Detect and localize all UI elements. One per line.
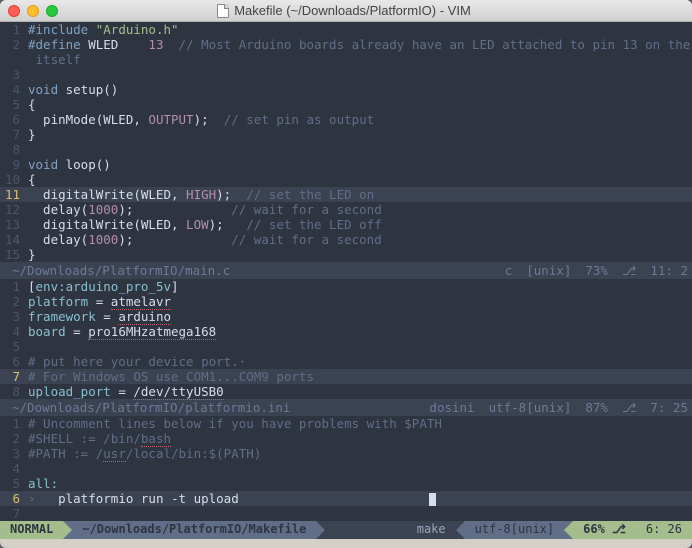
minimize-icon[interactable]: [27, 5, 39, 17]
zoom-icon[interactable]: [46, 5, 58, 17]
traffic-lights: [8, 5, 58, 17]
current-line-gutter: 11: [0, 187, 28, 202]
statusbar: NORMAL ~/Downloads/PlatformIO/Makefile m…: [0, 521, 692, 539]
document-icon: [217, 4, 229, 18]
encoding: utf-8[unix]: [465, 521, 564, 539]
file-path: ~/Downloads/PlatformIO/Makefile: [72, 521, 316, 539]
editor[interactable]: 1#include "Arduino.h" 2#define WLED 13 /…: [0, 22, 692, 521]
filetype: make: [407, 521, 456, 539]
pane-status-main-c: ~/Downloads/PlatformIO/main.c c [unix] 7…: [0, 262, 692, 279]
titlebar[interactable]: Makefile (~/Downloads/PlatformIO) - VIM: [0, 0, 692, 22]
percent: 66% ⎇: [573, 521, 636, 539]
branch-icon: ⎇: [612, 522, 626, 536]
title-text: Makefile (~/Downloads/PlatformIO) - VIM: [234, 3, 471, 18]
app-window: Makefile (~/Downloads/PlatformIO) - VIM …: [0, 0, 692, 548]
close-icon[interactable]: [8, 5, 20, 17]
branch-icon: ⎇: [622, 400, 636, 415]
cursor-position: 6: 26: [636, 521, 692, 539]
branch-icon: ⎇: [622, 263, 636, 278]
cursor: [429, 493, 436, 506]
window-title: Makefile (~/Downloads/PlatformIO) - VIM: [58, 3, 630, 18]
pane-status-platformio-ini: ~/Downloads/PlatformIO/platformio.ini do…: [0, 399, 692, 416]
mode-indicator: NORMAL: [0, 521, 63, 539]
